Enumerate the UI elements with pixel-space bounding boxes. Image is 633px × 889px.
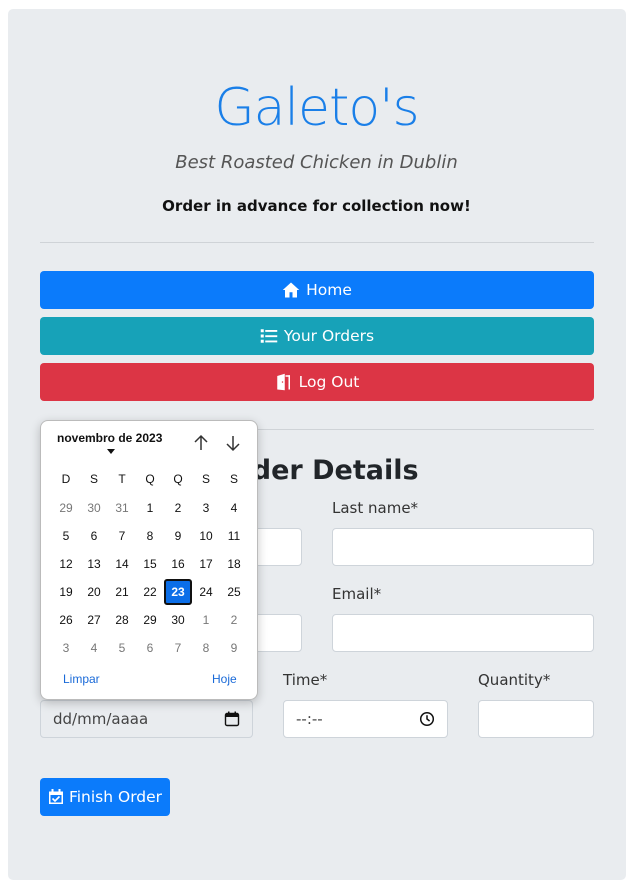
calendar-check-icon [48,789,63,804]
calendar-day[interactable]: 31 [108,495,136,521]
email-label: Email* [332,585,382,603]
calendar-day[interactable]: 29 [52,495,80,521]
calendar-icon[interactable] [224,711,240,727]
calendar-day[interactable]: 11 [220,523,248,549]
calendar-day[interactable]: 27 [80,607,108,633]
calendar-day[interactable]: 10 [192,523,220,549]
calendar-day[interactable]: 6 [80,523,108,549]
clock-icon[interactable] [419,711,435,727]
quantity-label: Quantity* [478,671,551,689]
your-orders-button-label: Your Orders [283,327,375,345]
calendar-day[interactable]: 3 [192,495,220,521]
calendar-day[interactable]: 9 [220,635,248,661]
calendar-day[interactable]: 26 [52,607,80,633]
clear-date-link[interactable]: Limpar [63,672,100,686]
calendar-day[interactable]: 8 [192,635,220,661]
calendar-day[interactable]: 13 [80,551,108,577]
month-dropdown-caret-icon[interactable] [107,449,115,454]
calendar-day[interactable]: 7 [108,523,136,549]
calendar-day[interactable]: 19 [52,579,80,605]
brand-subtitle: Best Roasted Chicken in Dublin [175,152,458,173]
your-orders-button[interactable]: Your Orders [40,317,594,355]
calendar-day[interactable]: 28 [108,607,136,633]
calendar-day[interactable]: 5 [108,635,136,661]
calendar-day[interactable]: 8 [136,523,164,549]
calendar-day[interactable]: 6 [136,635,164,661]
calendar-day[interactable]: 2 [220,607,248,633]
time-input[interactable]: --:-- [283,700,448,738]
calendar-day[interactable]: 1 [192,607,220,633]
calendar-day[interactable]: 25 [220,579,248,605]
finish-order-button[interactable]: Finish Order [40,778,170,816]
calendar-day[interactable]: 4 [80,635,108,661]
calendar-day[interactable]: 17 [192,551,220,577]
home-button[interactable]: Home [40,271,594,309]
weekday-header: D [61,472,71,486]
last-name-label: Last name* [332,499,419,517]
weekday-header: S [229,472,238,486]
calendar-day[interactable]: 4 [220,495,248,521]
weekday-header: Q [145,472,155,486]
log-out-button[interactable]: Log Out [40,363,594,401]
calendar-day[interactable]: 7 [164,635,192,661]
email-input[interactable] [332,614,594,652]
calendar-day[interactable]: 15 [136,551,164,577]
time-placeholder: --:-- [296,710,323,728]
finish-order-label: Finish Order [68,788,163,806]
calendar-day[interactable]: 16 [164,551,192,577]
log-out-button-label: Log Out [298,373,360,391]
month-year-label[interactable]: novembro de 2023 [57,431,162,445]
previous-month-arrow-icon[interactable] [191,433,211,453]
home-button-label: Home [306,281,352,299]
brand-title: Galeto's [214,78,419,138]
today-link[interactable]: Hoje [212,672,237,686]
calendar-day[interactable]: 29 [136,607,164,633]
weekday-header: Q [173,472,183,486]
calendar-day[interactable]: 2 [164,495,192,521]
list-icon [260,329,278,343]
calendar-day[interactable]: 30 [80,495,108,521]
weekday-header: S [201,472,210,486]
calendar-day[interactable]: 9 [164,523,192,549]
selected-day[interactable]: 23 [164,579,192,605]
calendar-day[interactable]: 24 [192,579,220,605]
calendar-day[interactable]: 22 [136,579,164,605]
quantity-input[interactable] [478,700,594,738]
calendar-day[interactable]: 20 [80,579,108,605]
door-exit-icon [276,373,290,391]
weekday-header: T [118,472,126,486]
divider [40,242,594,243]
home-icon [282,282,300,298]
next-month-arrow-icon[interactable] [223,433,243,453]
calendar-day[interactable]: 3 [52,635,80,661]
date-picker-popup: novembro de 2023 DSTQQSS 29 30 31 1 2 3 4 5 6 7 8 9… [40,420,258,700]
last-name-input[interactable] [332,528,594,566]
brand-cta: Order in advance for collection now! [162,197,471,215]
weekday-header: S [89,472,98,486]
calendar-day[interactable]: 1 [136,495,164,521]
calendar-day[interactable]: 5 [52,523,80,549]
time-label: Time* [283,671,328,689]
calendar-day[interactable]: 14 [108,551,136,577]
date-input[interactable]: dd/mm/aaaa [40,700,253,738]
calendar-day[interactable]: 21 [108,579,136,605]
calendar-day[interactable]: 30 [164,607,192,633]
calendar-day[interactable]: 12 [52,551,80,577]
date-placeholder: dd/mm/aaaa [53,710,149,728]
calendar-day[interactable]: 18 [220,551,248,577]
